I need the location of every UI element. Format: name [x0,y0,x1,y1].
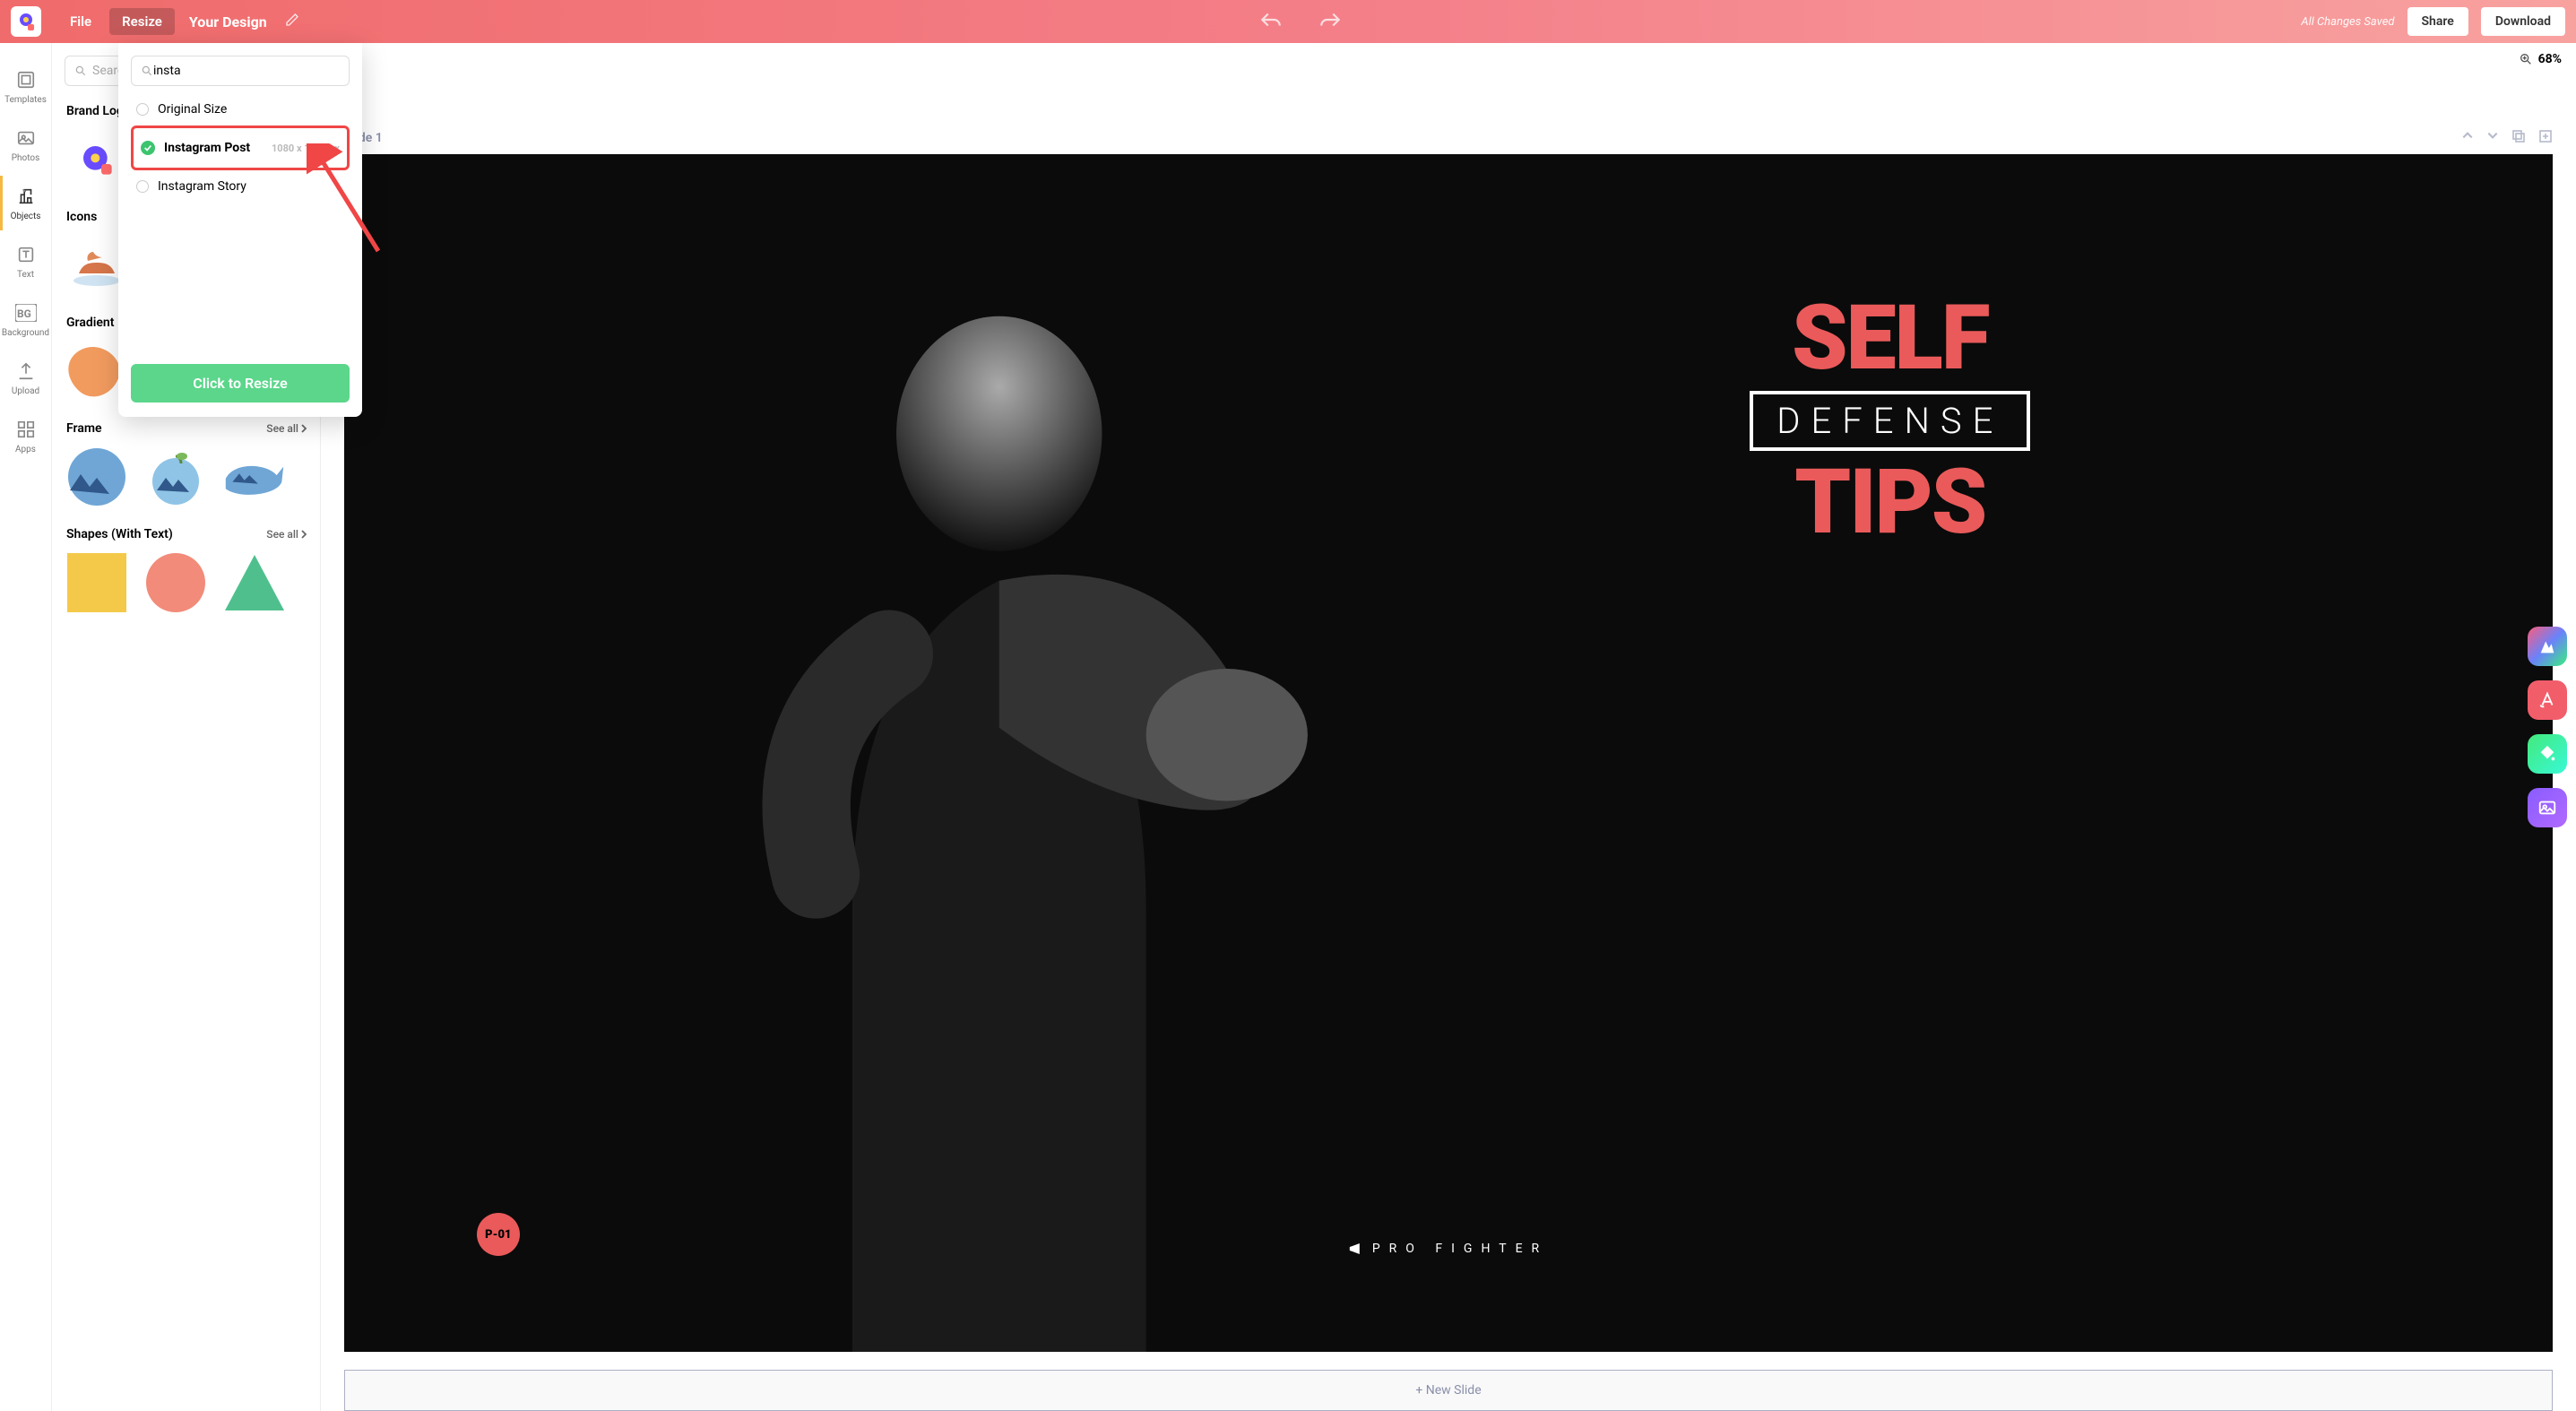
resize-search[interactable] [131,56,350,86]
apps-icon [14,418,38,441]
sidebar-item-label: Photos [12,153,40,163]
share-button[interactable]: Share [2407,7,2468,36]
canvas-area: 68% Slide 1 SELF DEFENSE [321,43,2576,1411]
slide-up-icon[interactable] [2461,129,2474,147]
float-tool-font[interactable] [2528,680,2567,720]
section-shapes-text: Shapes (With Text) See all [66,527,307,541]
resize-confirm-button[interactable]: Click to Resize [131,364,350,403]
see-all-frame[interactable]: See all [266,422,307,435]
resize-search-input[interactable] [153,64,340,78]
resize-option-label: Instagram Post [164,141,250,155]
resize-dropdown: Original Size Instagram Post 1080 x 1080… [118,43,362,417]
top-bar: File Resize Your Design All Changes Save… [0,0,2576,43]
app-logo[interactable] [11,6,41,37]
slide-footer: PRO FIGHTER [1349,1242,1548,1256]
slide-line3: TIPS [1382,462,2398,544]
background-icon: BG [14,301,38,325]
undo-icon[interactable] [1259,12,1283,31]
shape-triangle-thumb[interactable] [222,550,287,615]
slide-line1: SELF [1382,298,2398,380]
floating-tools [2528,627,2567,827]
slide-actions [2461,129,2553,147]
see-all-shapes[interactable]: See all [266,528,307,541]
templates-icon [14,68,38,91]
download-button[interactable]: Download [2481,7,2565,36]
radio-icon [136,103,149,116]
resize-option-highlight: Instagram Post 1080 x 1080 px [131,126,350,170]
slide-badge: P-01 [477,1213,520,1256]
photos-icon [14,126,38,150]
sidebar-item-label: Text [17,270,34,280]
resize-option-instagram-post[interactable]: Instagram Post 1080 x 1080 px [135,132,345,164]
design-title[interactable]: Your Design [189,13,267,30]
frame-mountain-thumb[interactable] [65,445,129,509]
resize-option-original[interactable]: Original Size [131,93,350,126]
save-status: All Changes Saved [2301,15,2394,29]
slide-line2: DEFENSE [1776,400,2003,442]
frame-whale-thumb[interactable] [222,445,287,509]
float-tool-fill[interactable] [2528,734,2567,774]
slide-headline: SELF DEFENSE TIPS [1382,298,2398,544]
slide-duplicate-icon[interactable] [2511,129,2526,147]
sidebar-item-photos[interactable]: Photos [0,117,51,172]
edit-title-icon[interactable] [285,13,299,30]
frame-apple-thumb[interactable] [143,445,208,509]
radio-icon [136,180,149,193]
sidebar-item-label: Background [2,328,49,338]
sidebar-item-objects[interactable]: Objects [0,176,51,230]
sidebar-item-label: Apps [15,445,36,454]
slide-down-icon[interactable] [2486,129,2499,147]
upload-icon [14,359,38,383]
redo-icon[interactable] [1318,12,1342,31]
sidebar-item-upload[interactable]: Upload [0,351,51,405]
slide-line2-box: DEFENSE [1750,391,2030,451]
resize-option-dims: 1080 x 1080 px [272,143,340,154]
slide-add-icon[interactable] [2538,129,2553,147]
shape-circle-thumb[interactable] [143,550,208,615]
objects-icon [14,185,38,208]
zoom-control[interactable]: 68% [2519,52,2562,66]
float-tool-image[interactable] [2528,788,2567,827]
slide-canvas[interactable]: SELF DEFENSE TIPS P-01 PRO FIGHTER [344,154,2553,1352]
float-tool-palette[interactable] [2528,627,2567,666]
resize-option-instagram-story[interactable]: Instagram Story [131,170,350,203]
resize-option-label: Instagram Story [158,179,246,194]
sidebar-item-text[interactable]: Text [0,234,51,289]
zoom-icon [2519,52,2533,66]
file-menu[interactable]: File [57,8,104,35]
shape-square-thumb[interactable] [65,550,129,615]
section-frame: Frame See all [66,421,307,436]
text-icon [14,243,38,266]
check-icon [141,141,155,155]
sidebar-item-templates[interactable]: Templates [0,59,51,114]
sidebar: Templates Photos Objects Text BG Backgro… [0,43,52,1411]
sidebar-item-label: Upload [12,386,39,396]
new-slide-button[interactable]: + New Slide [344,1370,2553,1411]
sidebar-item-apps[interactable]: Apps [0,409,51,463]
megaphone-icon [1349,1242,1363,1255]
sidebar-item-background[interactable]: BG Background [0,292,51,347]
resize-menu[interactable]: Resize [109,8,175,35]
sidebar-item-label: Objects [11,212,41,221]
fighter-image [521,250,1405,1352]
resize-option-label: Original Size [158,102,227,117]
svg-text:BG: BG [17,307,31,320]
sidebar-item-label: Templates [4,95,47,105]
zoom-value: 68% [2538,52,2562,66]
